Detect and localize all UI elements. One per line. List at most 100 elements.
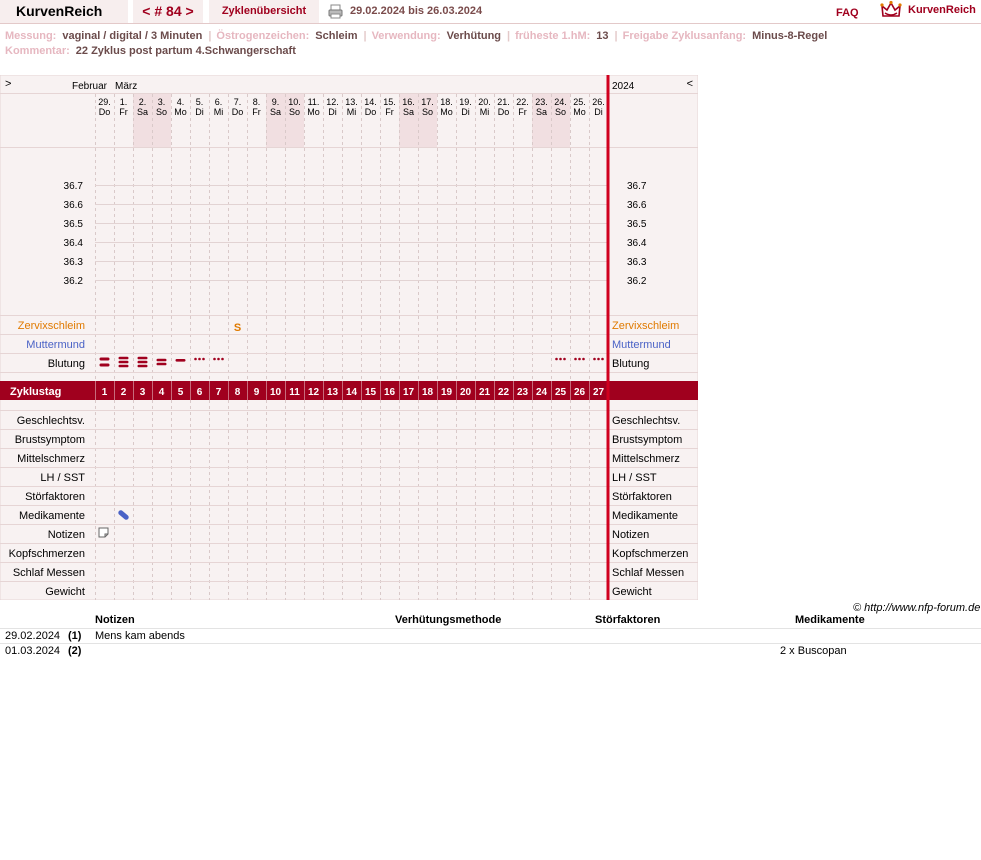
cycle-day-number: 14 bbox=[346, 387, 358, 398]
bleeding-mark bbox=[137, 360, 148, 364]
cycle-day-number: 10 bbox=[270, 387, 282, 398]
bleeding-mark bbox=[118, 360, 129, 364]
cycle-day-number: 17 bbox=[403, 387, 415, 398]
cycle-day-number: 5 bbox=[178, 387, 184, 398]
note-num: (1) bbox=[68, 630, 82, 642]
cycle-day-number: 21 bbox=[479, 387, 491, 398]
chart-background bbox=[0, 74, 699, 601]
notes-header-stoerfaktoren: Störfaktoren bbox=[595, 614, 661, 626]
cycle-day-number: 4 bbox=[159, 387, 165, 398]
weekday-label: Di bbox=[195, 107, 204, 117]
temp-label-right: 36.3 bbox=[627, 257, 647, 268]
spotting-mark bbox=[221, 357, 224, 361]
note-date: 01.03.2024 bbox=[5, 645, 61, 657]
row-label-right-8: Kopfschmerzen bbox=[612, 548, 688, 560]
kommentar-value: 22 Zyklus post partum 4.Schwangerschaft bbox=[75, 45, 296, 57]
cycle-day-number: 23 bbox=[517, 387, 529, 398]
spotting-mark bbox=[597, 357, 600, 361]
next-cycle-arrow[interactable]: < bbox=[687, 78, 693, 90]
verwendung-value: Verhütung bbox=[446, 30, 502, 42]
row-label-right-3: Mittelschmerz bbox=[612, 453, 680, 465]
row-label-right-5: Störfaktoren bbox=[612, 491, 672, 503]
month-label-feb: Februar bbox=[72, 81, 108, 92]
row-label-right-4: LH / SST bbox=[612, 472, 657, 484]
temp-label-right: 36.6 bbox=[627, 200, 647, 211]
temp-label-right: 36.2 bbox=[627, 276, 647, 287]
weekday-label: Mi bbox=[214, 107, 224, 117]
current-cycle-divider bbox=[606, 75, 610, 600]
cycle-day-number: 6 bbox=[197, 387, 203, 398]
row-label-9: Schlaf Messen bbox=[13, 567, 85, 579]
weekday-label: Do bbox=[99, 107, 111, 117]
date-label: 29. bbox=[98, 97, 111, 107]
row-label-3: Mittelschmerz bbox=[17, 453, 85, 465]
cycle-day-number: 20 bbox=[460, 387, 472, 398]
spotting-mark bbox=[202, 357, 205, 361]
row-label-7: Notizen bbox=[48, 529, 85, 541]
date-label: 3. bbox=[158, 97, 166, 107]
kommentar-label: Kommentar: bbox=[5, 45, 70, 57]
row-label-2: Brustsymptom bbox=[15, 434, 85, 446]
cycle-day-number: 16 bbox=[384, 387, 396, 398]
spotting-mark bbox=[563, 357, 566, 361]
cycle-overview-link[interactable]: Zyklenübersicht bbox=[209, 0, 319, 23]
row-label-right-muttermund: Muttermund bbox=[612, 339, 671, 351]
date-label: 25. bbox=[573, 97, 586, 107]
row-label-5: Störfaktoren bbox=[25, 491, 85, 503]
spotting-mark bbox=[578, 357, 581, 361]
row-label-right-2: Brustsymptom bbox=[612, 434, 682, 446]
note-date: 29.02.2024 bbox=[5, 630, 61, 642]
weekday-label: So bbox=[555, 107, 566, 117]
cycle-navigation[interactable]: < # 84 > bbox=[133, 0, 203, 23]
temp-label-left: 36.4 bbox=[64, 238, 84, 249]
print-icon[interactable] bbox=[328, 4, 343, 19]
logo-text[interactable]: KurvenReich bbox=[908, 0, 976, 22]
cycle-day-number: 25 bbox=[555, 387, 567, 398]
cycle-day-number: 19 bbox=[441, 387, 453, 398]
cycle-day-number: 22 bbox=[498, 387, 510, 398]
notes-header-verhuetung: Verhütungsmethode bbox=[395, 614, 502, 626]
row-label-zervix: Zervixschleim bbox=[18, 320, 85, 332]
row-label-right-zervix: Zervixschleim bbox=[612, 320, 679, 332]
cycle-day-number: 11 bbox=[289, 387, 300, 398]
prev-cycle-arrow[interactable]: > bbox=[5, 78, 11, 90]
note-medikament: 2 x Buscopan bbox=[780, 645, 847, 657]
spotting-mark bbox=[601, 357, 604, 361]
cycle-day-number: 1 bbox=[102, 387, 108, 398]
weekday-label: Di bbox=[328, 107, 337, 117]
note-text: Mens kam abends bbox=[95, 630, 185, 642]
weekday-label: Sa bbox=[270, 107, 281, 117]
date-label: 10. bbox=[288, 97, 301, 107]
weekday-label: Fr bbox=[518, 107, 527, 117]
date-label: 19. bbox=[459, 97, 472, 107]
weekday-label: Do bbox=[498, 107, 510, 117]
freigabe-value: Minus-8-Regel bbox=[752, 30, 828, 42]
crown-logo-icon[interactable] bbox=[880, 0, 902, 23]
fruehest-label: früheste 1.hM: bbox=[515, 30, 591, 42]
bleeding-mark bbox=[118, 364, 129, 368]
bleeding-mark bbox=[99, 357, 110, 361]
zervix-mark: S bbox=[234, 322, 241, 334]
messung-value: vaginal / digital / 3 Minuten bbox=[62, 30, 203, 42]
comment-line: Kommentar: 22 Zyklus post partum 4.Schwan… bbox=[5, 45, 302, 57]
weekday-label: Sa bbox=[403, 107, 414, 117]
cycle-day-number: 18 bbox=[422, 387, 434, 398]
weekday-label: Mi bbox=[347, 107, 357, 117]
weekday-label: Mo bbox=[307, 107, 320, 117]
temp-label-left: 36.6 bbox=[64, 200, 84, 211]
date-label: 12. bbox=[326, 97, 339, 107]
note-icon[interactable] bbox=[98, 527, 109, 538]
temp-label-left: 36.7 bbox=[64, 181, 84, 192]
weekday-label: So bbox=[156, 107, 167, 117]
temp-label-left: 36.3 bbox=[64, 257, 84, 268]
spotting-mark bbox=[593, 357, 596, 361]
spotting-mark bbox=[574, 357, 577, 361]
date-label: 1. bbox=[120, 97, 128, 107]
cycle-day-number: 2 bbox=[121, 387, 127, 398]
faq-link[interactable]: FAQ bbox=[836, 2, 859, 25]
row-label-6: Medikamente bbox=[19, 510, 85, 522]
brand-title[interactable]: KurvenReich bbox=[0, 0, 128, 23]
date-label: 26. bbox=[592, 97, 605, 107]
cycle-day-number: 26 bbox=[574, 387, 586, 398]
date-label: 2. bbox=[139, 97, 147, 107]
